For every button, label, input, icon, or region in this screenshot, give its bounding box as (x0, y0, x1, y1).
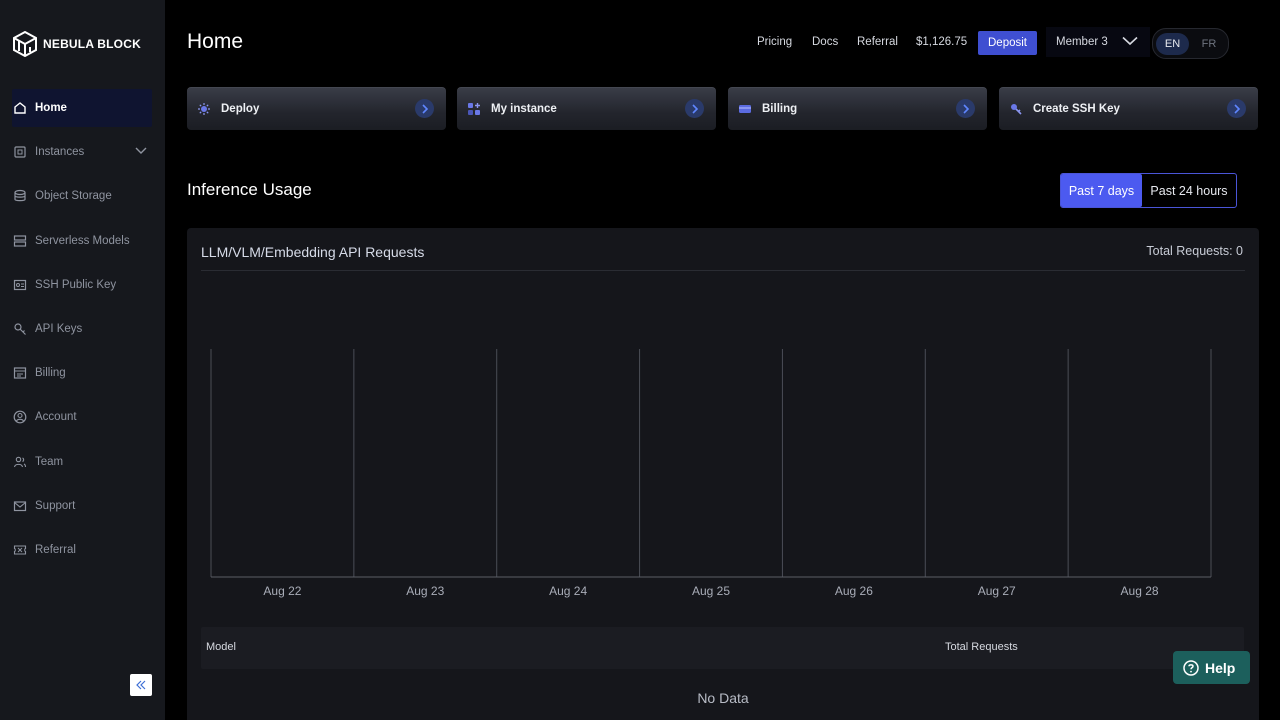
team-icon (13, 456, 27, 467)
nebula-cube-icon (13, 31, 37, 57)
card-label: Deploy (221, 102, 260, 115)
help-label: Help (1205, 659, 1236, 676)
database-icon (14, 190, 26, 202)
arrow-right-icon (956, 99, 975, 118)
sidebar-item-label: Account (35, 411, 77, 424)
x-tick-label: Aug 22 (263, 584, 301, 598)
deploy-card[interactable]: Deploy (187, 87, 446, 130)
referral-link[interactable]: Referral (857, 36, 898, 48)
past-7-days-button[interactable]: Past 7 days (1061, 174, 1142, 207)
member-dropdown[interactable]: Member 3 (1046, 27, 1150, 57)
collapse-sidebar-button[interactable] (130, 674, 152, 696)
question-circle-icon (1183, 659, 1199, 676)
sidebar-item-api-keys[interactable]: API Keys (0, 310, 165, 348)
account-icon (13, 410, 27, 424)
mail-icon (13, 501, 27, 511)
sidebar-item-referral[interactable]: Referral (0, 531, 165, 569)
sidebar-item-home[interactable]: Home (12, 89, 152, 127)
x-tick-label: Aug 23 (406, 584, 444, 598)
sidebar-item-ssh-public-key[interactable]: SSH Public Key (0, 266, 165, 304)
deposit-button[interactable]: Deposit (978, 31, 1037, 55)
create-ssh-key-card[interactable]: Create SSH Key (999, 87, 1258, 130)
inference-usage-title: Inference Usage (187, 180, 312, 199)
account-balance: $1,126.75 (916, 36, 968, 48)
arrow-right-icon (685, 99, 704, 118)
instance-icon (468, 102, 480, 115)
sidebar-item-label: Support (35, 499, 76, 512)
requests-chart: Aug 22 Aug 23 Aug 24 Aug 25 Aug 26 Aug 27 Aug … (210, 349, 1212, 598)
double-chevron-left-icon (136, 680, 146, 690)
ssh-key-icon (1011, 103, 1022, 115)
arrow-right-icon (415, 99, 434, 118)
sidebar-item-label: Serverless Models (35, 234, 130, 247)
lang-en-option[interactable]: EN (1156, 33, 1189, 55)
brand-logo[interactable]: NEBULA BLOCK (13, 31, 141, 57)
pricing-link[interactable]: Pricing (757, 36, 792, 48)
arrow-right-icon (1227, 99, 1246, 118)
x-tick-label: Aug 24 (549, 584, 587, 598)
column-header-total-requests[interactable]: Total Requests (945, 641, 1018, 653)
x-tick-label: Aug 28 (1121, 584, 1159, 598)
help-button[interactable]: Help (1173, 651, 1250, 684)
api-requests-panel: LLM/VLM/Embedding API Requests Total Req… (187, 228, 1259, 720)
sidebar-item-billing[interactable]: Billing (0, 354, 165, 392)
x-tick-label: Aug 25 (692, 584, 730, 598)
brand-name: NEBULA BLOCK (43, 37, 141, 51)
sidebar-item-label: Referral (35, 543, 76, 556)
past-24-hours-button[interactable]: Past 24 hours (1142, 174, 1236, 207)
card-label: Create SSH Key (1033, 102, 1120, 115)
x-tick-label: Aug 26 (835, 584, 873, 598)
table-header: Model Total Requests (201, 627, 1244, 669)
sidebar-item-label: Home (35, 102, 67, 114)
sidebar-nav: Home Instances Object Storage Serverless… (0, 89, 165, 575)
chevron-down-icon (1122, 36, 1138, 46)
sidebar: NEBULA BLOCK Home Instances Object Stora… (0, 0, 165, 720)
cpu-icon (14, 146, 26, 158)
deploy-icon (198, 102, 210, 115)
lang-fr-option[interactable]: FR (1198, 33, 1220, 55)
sidebar-item-label: SSH Public Key (35, 278, 117, 291)
my-instance-card[interactable]: My instance (457, 87, 716, 130)
home-icon (14, 102, 26, 114)
ticket-icon (13, 545, 27, 555)
sidebar-item-label: API Keys (35, 322, 83, 335)
chevron-down-icon[interactable] (135, 147, 147, 155)
sidebar-item-account[interactable]: Account (0, 398, 165, 436)
sidebar-item-team[interactable]: Team (0, 443, 165, 481)
x-tick-label: Aug 27 (978, 584, 1016, 598)
sidebar-item-label: Team (35, 455, 64, 468)
time-range-toggle: Past 7 days Past 24 hours (1060, 173, 1237, 208)
sidebar-item-object-storage[interactable]: Object Storage (0, 177, 165, 215)
billing-card[interactable]: Billing (728, 87, 987, 130)
key-card-icon (13, 279, 27, 290)
billing-icon (13, 367, 27, 379)
column-header-model[interactable]: Model (206, 641, 236, 653)
sidebar-item-serverless-models[interactable]: Serverless Models (0, 222, 165, 260)
card-label: Billing (762, 102, 798, 115)
card-label: My instance (491, 102, 557, 115)
docs-link[interactable]: Docs (812, 36, 838, 48)
server-icon (13, 234, 27, 247)
sidebar-item-instances[interactable]: Instances (0, 133, 165, 171)
sidebar-item-label: Instances (35, 146, 85, 159)
member-name: Member 3 (1056, 36, 1108, 48)
card-icon (739, 104, 751, 113)
sidebar-item-label: Object Storage (35, 190, 112, 203)
language-toggle: EN FR (1152, 28, 1229, 59)
sidebar-item-label: Billing (35, 367, 66, 380)
no-data-message: No Data (697, 690, 749, 706)
page-title: Home (187, 30, 244, 53)
key-icon (14, 323, 26, 335)
sidebar-item-support[interactable]: Support (0, 487, 165, 525)
